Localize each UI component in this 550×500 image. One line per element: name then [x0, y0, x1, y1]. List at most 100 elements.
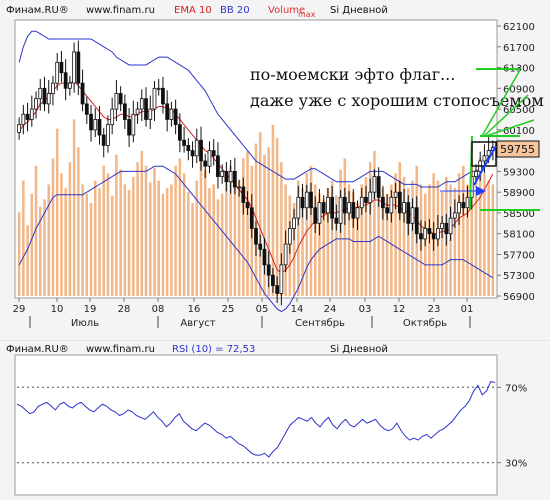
candle-body — [106, 124, 110, 146]
volume-bar — [26, 225, 29, 296]
rsi-header-indicator: RSI (10) = 72,53 — [172, 344, 255, 355]
x-tick-label: 01 — [461, 304, 474, 315]
candle-body — [444, 222, 449, 235]
main-header-url: www.finam.ru — [86, 5, 155, 16]
volume-bar — [64, 188, 67, 296]
candle-body — [254, 228, 258, 245]
volume-bar — [93, 180, 97, 296]
candle-body — [224, 170, 229, 183]
volume-bar — [195, 180, 199, 296]
candle-body — [148, 108, 153, 120]
volume-bar — [85, 193, 89, 296]
rsi-tick-label: 70% — [505, 383, 527, 394]
candle-body — [139, 98, 144, 110]
x-tick-label: 10 — [51, 304, 64, 315]
month-label: Август — [180, 318, 215, 329]
candle-body — [177, 124, 182, 141]
x-tick-label: 12 — [393, 304, 406, 315]
candle-body — [21, 113, 26, 126]
candle-body — [431, 233, 436, 240]
candle-body — [271, 274, 275, 287]
candle-body — [393, 191, 398, 198]
volume-bar — [191, 203, 194, 296]
candle-body — [326, 196, 330, 214]
volume-bar — [263, 154, 266, 296]
candle-body — [338, 196, 343, 224]
volume-bar — [174, 165, 177, 296]
x-tick-label: 23 — [428, 304, 441, 315]
candle-body — [190, 150, 195, 157]
y-tick-label: 62100 — [503, 22, 535, 33]
candle-body — [452, 212, 457, 219]
candle-body — [46, 93, 51, 105]
candle-body — [245, 202, 250, 209]
volume-bar — [136, 162, 139, 296]
candle-body — [38, 87, 43, 100]
volume-bar — [275, 137, 279, 296]
candle-body — [461, 202, 466, 209]
volume-bar — [55, 128, 59, 296]
volume-bar — [440, 191, 444, 296]
candle-body — [203, 160, 208, 167]
main-header-volume-max: max — [298, 10, 316, 19]
candle-body — [304, 191, 309, 209]
volume-bar — [110, 195, 114, 296]
main-header-ema: EMA 10 — [174, 5, 212, 16]
volume-bar — [140, 150, 144, 296]
volume-bar — [203, 169, 207, 296]
x-tick-label: 19 — [84, 304, 97, 315]
candle-body — [114, 93, 119, 110]
volume-bar — [208, 188, 211, 296]
candle-body — [397, 191, 402, 214]
candle-body — [101, 134, 106, 146]
volume-bar — [258, 132, 262, 296]
x-tick-label: 29 — [13, 304, 26, 315]
candle-body — [55, 61, 60, 84]
candle-body — [258, 243, 263, 250]
candle-body — [29, 108, 34, 120]
candle-body — [448, 217, 453, 235]
candle-body — [292, 217, 296, 229]
y-tick-label: 58100 — [503, 230, 535, 241]
rsi-chart-svg: 70% 30% Финам.RU® www.finam.ru RSI (10) =… — [6, 344, 527, 496]
candle-body — [436, 228, 440, 240]
candle-body — [266, 264, 271, 276]
candle-body — [402, 202, 406, 214]
volume-bar — [237, 180, 241, 296]
rsi-plot-area — [14, 354, 498, 496]
volume-bar — [216, 199, 220, 296]
candle-body — [427, 228, 432, 235]
volume-bar — [462, 165, 465, 296]
volume-bar — [17, 212, 21, 296]
main-header-site: Финам.RU® — [6, 5, 69, 16]
candle-body — [161, 87, 165, 105]
y-tick-label: 57700 — [503, 251, 535, 262]
candle-body — [334, 217, 339, 224]
candle-body — [84, 103, 89, 115]
candle-body — [118, 93, 123, 105]
y-tick-label: 56900 — [503, 292, 535, 303]
volume-bar — [81, 184, 84, 296]
chart-window: 6210061700613006090060500601005970059300… — [0, 0, 550, 500]
candle-body — [385, 207, 390, 214]
candle-body — [156, 87, 161, 90]
volume-bar — [487, 180, 490, 296]
volume-bar — [77, 147, 80, 296]
volume-bar — [343, 158, 347, 296]
candle-body — [321, 202, 326, 214]
volume-bar — [51, 158, 55, 296]
candle-body — [220, 170, 225, 177]
x-tick-label: 05 — [256, 304, 269, 315]
candle-body — [152, 87, 157, 110]
candle-body — [389, 196, 394, 214]
volume-bar — [102, 165, 105, 296]
candle-body — [283, 243, 288, 266]
rsi-header-title: Si Дневной — [330, 344, 388, 355]
candle-body — [93, 119, 98, 131]
candle-body — [216, 155, 220, 177]
candle-body — [232, 170, 237, 188]
candle-body — [410, 207, 415, 224]
volume-bar — [119, 169, 122, 296]
y-tick-label: 58900 — [503, 188, 535, 199]
month-label: Июль — [71, 318, 99, 329]
